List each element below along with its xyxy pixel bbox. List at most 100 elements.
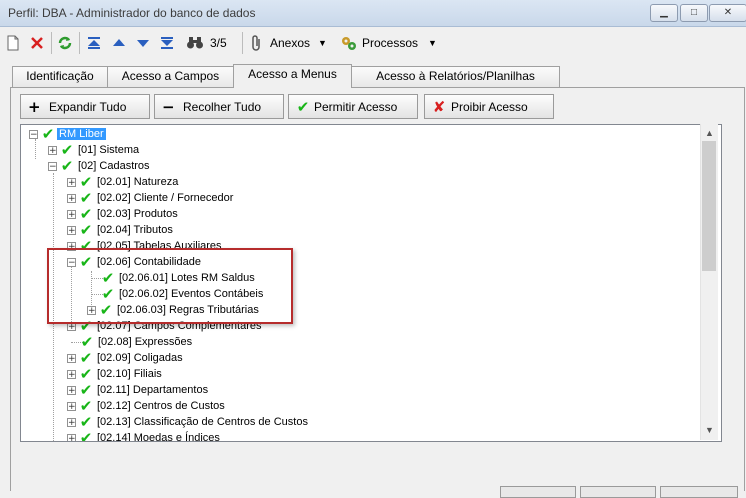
vertical-scrollbar[interactable]: ▲ ▼ xyxy=(700,124,718,440)
permit-access-label: Permitir Acesso xyxy=(314,99,398,114)
last-icon xyxy=(161,37,173,49)
delete-button[interactable] xyxy=(30,33,44,53)
window-title: Perfil: DBA - Administrador do banco de … xyxy=(8,6,256,20)
close-button[interactable]: ✕ xyxy=(709,4,746,22)
processos-menu-button[interactable]: Processos ▼ xyxy=(340,33,437,53)
expand-toggle-icon[interactable]: + xyxy=(67,417,76,427)
check-icon: ✔ xyxy=(296,97,310,116)
tab-identificacao[interactable]: Identificação xyxy=(12,66,108,87)
tree-node[interactable]: + ✔ [02.14] Moedas e Índices xyxy=(67,429,222,442)
highlight-annotation xyxy=(47,248,293,324)
dialog-button[interactable] xyxy=(580,486,656,498)
refresh-icon xyxy=(58,36,72,50)
tree-node[interactable]: + ✔ [02.11] Departamentos xyxy=(67,382,210,398)
first-icon xyxy=(88,37,100,49)
dialog-button[interactable] xyxy=(500,486,576,498)
expand-toggle-icon[interactable]: + xyxy=(67,401,76,411)
collapse-all-label: Recolher Tudo xyxy=(183,99,262,114)
tab-acesso-campos[interactable]: Acesso a Campos xyxy=(107,66,234,87)
first-record-button[interactable] xyxy=(87,33,101,53)
tree-node[interactable]: + ✔ [02.09] Coligadas xyxy=(67,350,185,366)
expand-toggle-icon[interactable]: + xyxy=(67,209,76,219)
check-icon: ✔ xyxy=(60,141,74,159)
tree-node-label: [02.14] Moedas e Índices xyxy=(97,432,220,442)
tree-node[interactable]: − ✔ [02] Cadastros xyxy=(48,158,152,174)
page-indicator: 3/5 xyxy=(210,36,227,50)
tree-node-label: [02.09] Coligadas xyxy=(97,352,183,364)
expand-toggle-icon[interactable]: + xyxy=(67,177,76,187)
anexos-menu-button[interactable]: Anexos ▼ xyxy=(250,33,327,53)
tree-node-label: [02.08] Expressões xyxy=(98,336,193,348)
deny-icon: ✘ xyxy=(432,97,446,116)
scroll-down-icon[interactable]: ▼ xyxy=(701,422,718,438)
tree-node-label: [02.02] Cliente / Fornecedor xyxy=(97,192,234,204)
check-icon: ✔ xyxy=(79,189,93,207)
expand-icon: + xyxy=(28,97,41,116)
collapse-all-button[interactable]: − Recolher Tudo xyxy=(154,94,284,119)
tree-node-root[interactable]: − ✔ RM Liber xyxy=(29,126,106,142)
processos-label: Processos xyxy=(362,36,419,50)
collapse-toggle-icon[interactable]: − xyxy=(29,129,38,139)
tab-strip: Identificação Acesso a Campos Acesso a M… xyxy=(0,64,746,88)
toolbar-separator xyxy=(51,32,52,54)
check-icon: ✔ xyxy=(60,157,74,175)
paperclip-icon xyxy=(252,35,260,51)
previous-record-button[interactable] xyxy=(112,33,126,53)
check-icon: ✔ xyxy=(79,381,93,399)
check-icon: ✔ xyxy=(80,333,94,351)
collapse-toggle-icon[interactable]: − xyxy=(48,161,57,171)
check-icon: ✔ xyxy=(79,397,93,415)
binoculars-icon xyxy=(187,37,203,49)
expand-toggle-icon[interactable]: + xyxy=(67,225,76,235)
title-bar: Perfil: DBA - Administrador do banco de … xyxy=(0,0,746,27)
tree-node-label: [02.04] Tributos xyxy=(97,224,173,236)
last-record-button[interactable] xyxy=(160,33,174,53)
toolbar-separator xyxy=(79,32,80,54)
prev-icon xyxy=(113,39,125,46)
maximize-button[interactable]: □ xyxy=(680,4,708,22)
tree-node[interactable]: + ✔ [02.10] Filiais xyxy=(67,366,164,382)
expand-toggle-icon[interactable]: + xyxy=(67,369,76,379)
expand-toggle-icon[interactable]: + xyxy=(67,433,76,441)
toolbar: 3/5 Anexos ▼ Processos ▼ xyxy=(0,27,746,59)
new-button[interactable] xyxy=(6,33,20,53)
minimize-button[interactable]: ▁ xyxy=(650,4,678,22)
tree-node[interactable]: + ✔ [02.02] Cliente / Fornecedor xyxy=(67,190,235,206)
dialog-button[interactable] xyxy=(660,486,738,498)
tree-node[interactable]: + ✔ [02.04] Tributos xyxy=(67,222,175,238)
deny-access-button[interactable]: ✘ Proibir Acesso xyxy=(424,94,554,119)
next-record-button[interactable] xyxy=(136,33,150,53)
tree-node[interactable]: + ✔ [02.01] Natureza xyxy=(67,174,180,190)
tree-node-label: [02] Cadastros xyxy=(78,160,150,172)
chevron-down-icon: ▼ xyxy=(428,38,437,48)
expand-toggle-icon[interactable]: + xyxy=(67,353,76,363)
expand-toggle-icon[interactable]: + xyxy=(67,193,76,203)
chevron-down-icon: ▼ xyxy=(318,38,327,48)
gears-icon xyxy=(342,37,356,50)
tree-node-label: [02.10] Filiais xyxy=(97,368,162,380)
tree-line xyxy=(35,139,36,159)
tree-node[interactable]: + ✔ [01] Sistema xyxy=(48,142,141,158)
tree-node[interactable]: ✔ [02.08] Expressões xyxy=(78,334,194,350)
check-icon: ✔ xyxy=(79,429,93,442)
tab-acesso-menus[interactable]: Acesso a Menus xyxy=(233,64,352,88)
check-icon: ✔ xyxy=(79,221,93,239)
tree-node-label: [01] Sistema xyxy=(78,144,140,156)
refresh-button[interactable] xyxy=(57,33,73,53)
expand-toggle-icon[interactable]: + xyxy=(67,385,76,395)
tab-acesso-relatorios[interactable]: Acesso à Relatórios/Planilhas xyxy=(351,66,560,87)
tree-node-label: [02.12] Centros de Custos xyxy=(97,400,225,412)
scroll-up-icon[interactable]: ▲ xyxy=(701,125,718,141)
scrollbar-thumb[interactable] xyxy=(702,141,716,271)
find-button[interactable] xyxy=(186,33,204,53)
anexos-label: Anexos xyxy=(270,36,311,50)
expand-toggle-icon[interactable]: + xyxy=(48,145,57,155)
permit-access-button[interactable]: ✔ Permitir Acesso xyxy=(288,94,418,119)
collapse-icon: − xyxy=(162,97,175,116)
tree-node[interactable]: + ✔ [02.03] Produtos xyxy=(67,206,180,222)
tree-node[interactable]: + ✔ [02.13] Classificação de Centros de … xyxy=(67,414,310,430)
tree-node[interactable]: + ✔ [02.12] Centros de Custos xyxy=(67,398,227,414)
check-icon: ✔ xyxy=(79,173,93,191)
check-icon: ✔ xyxy=(79,205,93,223)
expand-all-button[interactable]: + Expandir Tudo xyxy=(20,94,150,119)
